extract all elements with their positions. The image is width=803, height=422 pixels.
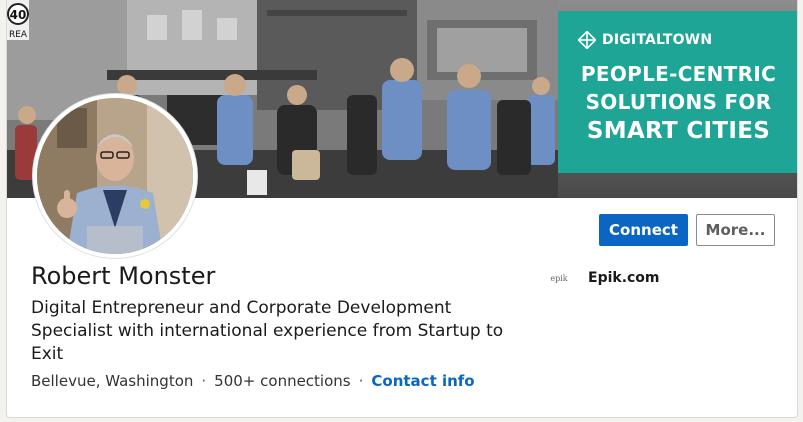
profile-photo <box>37 98 193 254</box>
promo-brand-name: DIGITALTOWN <box>602 32 713 48</box>
sign-text: REA <box>9 30 28 40</box>
more-button[interactable]: More... <box>696 214 775 246</box>
promo-tagline-line-3: SMART CITIES <box>586 118 771 144</box>
profile-card: 40 REA DIGITALTOWN PEOPLE-CENTRIC SOLUTI… <box>6 0 798 418</box>
profile-connections[interactable]: 500+ connections <box>214 372 350 390</box>
connect-button[interactable]: Connect <box>599 214 688 246</box>
contact-info-link[interactable]: Contact info <box>371 372 474 390</box>
digitaltown-logo-icon <box>578 31 596 49</box>
meta-separator: · <box>201 372 207 390</box>
promo-tagline-line-1: PEOPLE-CENTRIC <box>580 62 777 86</box>
profile-headline: Digital Entrepreneur and Corporate Devel… <box>31 298 504 364</box>
company-name[interactable]: Epik.com <box>588 270 660 286</box>
profile-name: Robert Monster <box>31 262 216 290</box>
profile-avatar[interactable] <box>33 94 197 258</box>
promo-tagline-line-2: SOLUTIONS FOR <box>585 90 772 114</box>
sign-number: 40 <box>10 8 27 22</box>
promo-brand: DIGITALTOWN <box>578 31 712 49</box>
meta-separator: · <box>358 372 364 390</box>
digitaltown-promo: DIGITALTOWN PEOPLE-CENTRIC SOLUTIONS FOR… <box>558 11 797 173</box>
profile-location: Bellevue, Washington <box>31 372 194 390</box>
epik-logo-icon: epik <box>550 273 568 283</box>
profile-meta: Bellevue, Washington · 500+ connections … <box>31 372 475 390</box>
current-company[interactable]: epik Epik.com <box>548 268 660 288</box>
